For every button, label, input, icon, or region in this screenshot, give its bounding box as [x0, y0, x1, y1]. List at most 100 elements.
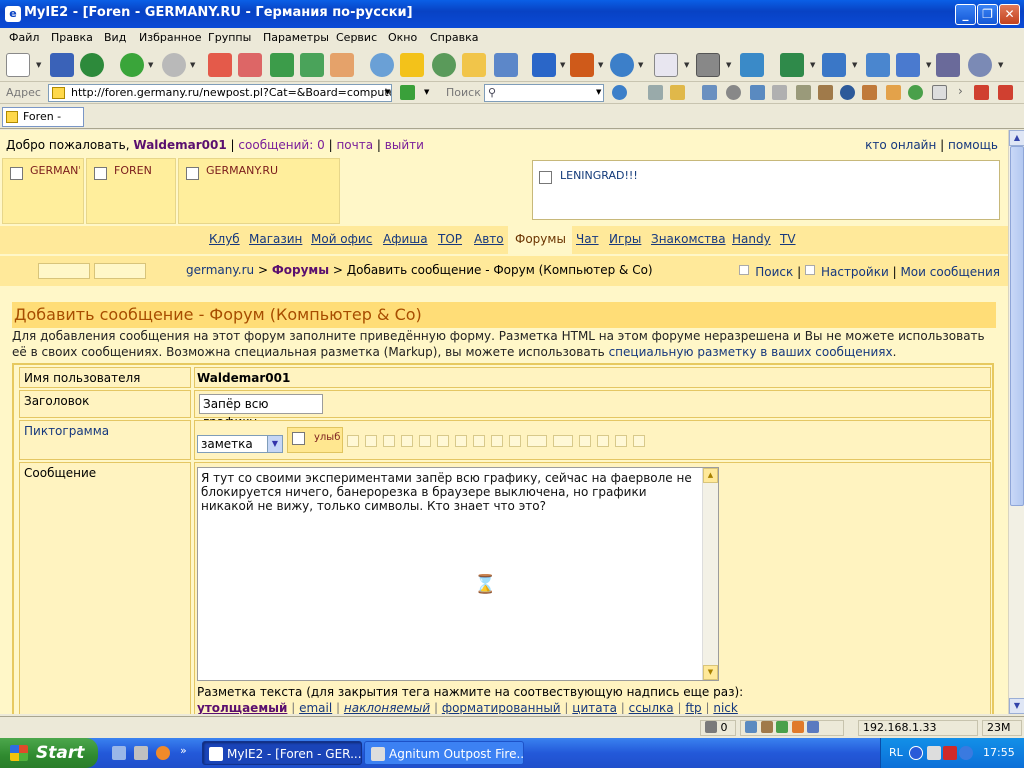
- icon-option[interactable]: [527, 435, 547, 447]
- who-online-link[interactable]: кто онлайн: [865, 138, 936, 152]
- document-icon[interactable]: [494, 53, 518, 77]
- quicklaunch-desktop-icon[interactable]: [134, 746, 148, 760]
- back-icon[interactable]: [120, 53, 144, 77]
- chevron-down-icon[interactable]: ▼: [560, 61, 565, 69]
- favorites-star-icon[interactable]: [400, 53, 424, 77]
- trash-counter[interactable]: 0: [700, 720, 736, 736]
- icon-option[interactable]: [455, 435, 467, 447]
- download-icon[interactable]: [780, 53, 804, 77]
- web-save-icon[interactable]: [80, 53, 104, 77]
- icon-option[interactable]: [347, 435, 359, 447]
- tray-app-icon[interactable]: [909, 746, 923, 760]
- menu-edit[interactable]: Правка: [51, 31, 93, 44]
- paint-icon[interactable]: [862, 85, 877, 100]
- markup-email[interactable]: email: [299, 701, 332, 714]
- icon-label[interactable]: Пиктограмма: [19, 420, 191, 460]
- textarea-scrollbar[interactable]: ▲ ▼: [702, 468, 718, 680]
- chevron-right-icon[interactable]: »: [180, 744, 187, 757]
- nav-games[interactable]: Игры: [609, 232, 641, 246]
- my-messages-link[interactable]: Мои сообщения: [900, 265, 1000, 279]
- menu-view[interactable]: Вид: [104, 31, 126, 44]
- logout-link[interactable]: выйти: [385, 138, 424, 152]
- font-icon[interactable]: [532, 53, 556, 77]
- clipboard-icon[interactable]: [932, 85, 947, 100]
- new-page-icon[interactable]: [6, 53, 30, 77]
- nav-handy[interactable]: Handy: [732, 232, 771, 246]
- chevron-down-icon[interactable]: ▼: [596, 88, 601, 96]
- chevron-down-icon[interactable]: ▼: [810, 61, 815, 69]
- folder-icon[interactable]: [462, 53, 486, 77]
- icon-option[interactable]: [509, 435, 521, 447]
- nav-auto[interactable]: Авто: [474, 232, 504, 246]
- messages-link[interactable]: сообщений: 0: [238, 138, 324, 152]
- breadcrumb-site[interactable]: germany.ru: [186, 263, 254, 277]
- notes-icon[interactable]: [796, 85, 811, 100]
- undo-close-icon[interactable]: [822, 53, 846, 77]
- url-input[interactable]: http://foren.germany.ru/newpost.pl?Cat=&…: [48, 84, 392, 102]
- refresh-icon[interactable]: [270, 53, 294, 77]
- banner-germany-ru[interactable]: GERMANY.RU: [178, 158, 340, 224]
- nav-afisha[interactable]: Афиша: [383, 232, 428, 246]
- tray-outpost-icon[interactable]: [927, 746, 941, 760]
- forward-icon[interactable]: [162, 53, 186, 77]
- icon-option[interactable]: [633, 435, 645, 447]
- scroll-down-icon[interactable]: ▼: [703, 665, 718, 680]
- subject-input[interactable]: Запёр всю графику.: [199, 394, 323, 429]
- gear-icon[interactable]: [791, 721, 804, 733]
- scroll-thumb[interactable]: [1010, 146, 1024, 506]
- history-icon[interactable]: [432, 53, 456, 77]
- close-all-icon[interactable]: [998, 85, 1013, 100]
- chevron-down-icon[interactable]: ▼: [852, 61, 857, 69]
- maximize-button[interactable]: ❐: [977, 4, 998, 25]
- icon-option[interactable]: [419, 435, 431, 447]
- menu-window[interactable]: Окно: [388, 31, 417, 44]
- breadcrumb-forums[interactable]: Форумы: [272, 263, 329, 277]
- ad-banner[interactable]: LENINGRAD!!!: [532, 160, 1000, 220]
- chevron-right-icon[interactable]: ›: [958, 84, 963, 98]
- icon-option[interactable]: [597, 435, 609, 447]
- settings-link[interactable]: Настройки: [821, 265, 889, 279]
- search-input[interactable]: ⚲: [484, 84, 604, 102]
- copy-icon[interactable]: [772, 85, 787, 100]
- edit-icon[interactable]: [807, 721, 819, 733]
- tools-icon[interactable]: [818, 85, 833, 100]
- language-indicator[interactable]: RL: [889, 746, 903, 759]
- close-button[interactable]: ✕: [999, 4, 1020, 25]
- nav-tv[interactable]: TV: [780, 232, 796, 246]
- icon-option[interactable]: [473, 435, 485, 447]
- icon-select[interactable]: заметка ▼: [197, 435, 283, 453]
- compass-icon[interactable]: [840, 85, 855, 100]
- image-filter-icon[interactable]: [702, 85, 717, 100]
- icon-option[interactable]: [579, 435, 591, 447]
- start-button[interactable]: Start: [0, 738, 98, 768]
- tray-antivirus-icon[interactable]: [943, 746, 957, 760]
- menu-help[interactable]: Справка: [430, 31, 478, 44]
- flash-icon[interactable]: [750, 85, 765, 100]
- mail-icon[interactable]: [654, 53, 678, 77]
- go-icon[interactable]: [400, 85, 415, 100]
- download-icon[interactable]: [776, 721, 788, 733]
- help-link[interactable]: помощь: [948, 138, 998, 152]
- banner-german[interactable]: GERMAN': [2, 158, 84, 224]
- nav-top[interactable]: TOP: [438, 232, 462, 246]
- icon-option[interactable]: [401, 435, 413, 447]
- markup-nick[interactable]: nick: [713, 701, 738, 714]
- translate-icon[interactable]: [570, 53, 594, 77]
- mail-link[interactable]: почта: [336, 138, 373, 152]
- nav-dating[interactable]: Знакомства: [651, 232, 726, 246]
- chevron-down-icon[interactable]: ▼: [726, 61, 731, 69]
- markup-ftp[interactable]: ftp: [685, 701, 701, 714]
- refresh-all-icon[interactable]: [300, 53, 324, 77]
- tab-foren[interactable]: Foren - GE...: [2, 107, 84, 141]
- task-myie2[interactable]: MyIE2 - [Foren - GER...: [202, 741, 362, 765]
- chevron-down-icon[interactable]: ▼: [148, 61, 153, 69]
- edit-icon[interactable]: [936, 53, 960, 77]
- tile-icon[interactable]: [896, 53, 920, 77]
- icon-option[interactable]: [553, 435, 573, 447]
- banner-foren[interactable]: FOREN: [86, 158, 176, 224]
- chevron-down-icon[interactable]: ▼: [684, 61, 689, 69]
- brush-icon[interactable]: [760, 721, 773, 733]
- close-tab-icon[interactable]: [974, 85, 989, 100]
- search-link[interactable]: Поиск: [755, 265, 793, 279]
- quicklaunch-explorer-icon[interactable]: [112, 746, 126, 760]
